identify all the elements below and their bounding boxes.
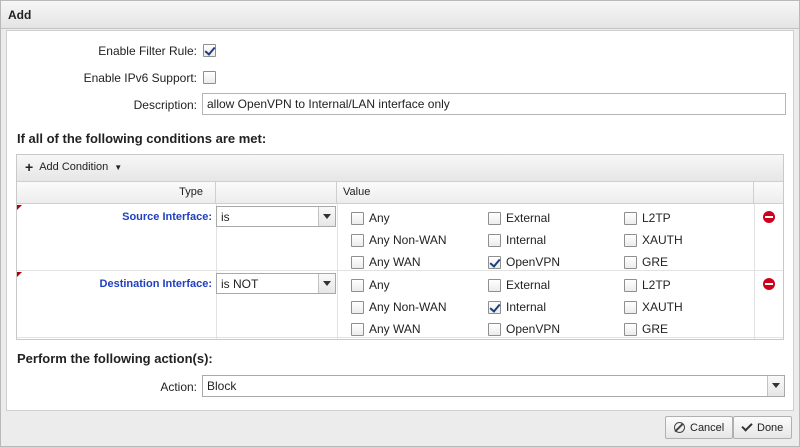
operator-select[interactable]: is NOT xyxy=(216,273,336,294)
enable-filter-rule-label: Enable Filter Rule: xyxy=(98,44,197,58)
chevron-down-icon[interactable] xyxy=(318,274,335,293)
column-value: Value xyxy=(337,182,754,203)
column-type: Type xyxy=(17,182,216,203)
required-marker xyxy=(17,272,22,277)
description-label: Description: xyxy=(133,98,197,112)
enable-ipv6-label: Enable IPv6 Support: xyxy=(83,71,197,85)
remove-condition-icon[interactable] xyxy=(763,211,775,223)
operator-value: is NOT xyxy=(221,277,259,291)
condition-type-label: Source Interface: xyxy=(122,211,212,223)
caret-down-icon: ▼ xyxy=(114,162,123,172)
actions-heading: Perform the following action(s): xyxy=(17,351,213,366)
add-condition-button[interactable]: + Add Condition ▼ xyxy=(25,159,123,175)
condition-row-destination: Destination Interface: is NOT Any Extern… xyxy=(17,272,783,338)
conditions-header: Type Value xyxy=(17,182,783,204)
conditions-grid: + Add Condition ▼ Type Value Source Inte… xyxy=(16,154,784,340)
cancel-label: Cancel xyxy=(690,421,725,434)
dialog-titlebar[interactable]: Add xyxy=(1,1,799,29)
action-select[interactable]: Block xyxy=(202,375,785,397)
dialog-footer: Cancel Done xyxy=(1,412,799,446)
conditions-toolbar: + Add Condition ▼ xyxy=(17,155,783,182)
dialog-title: Add xyxy=(8,8,32,22)
remove-condition-icon[interactable] xyxy=(763,278,775,290)
plus-icon: + xyxy=(25,159,34,175)
add-condition-label: Add Condition xyxy=(39,161,109,173)
operator-select[interactable]: is xyxy=(216,206,336,227)
condition-type-label: Destination Interface: xyxy=(99,278,212,290)
chevron-down-icon[interactable] xyxy=(318,207,335,226)
description-input[interactable]: allow OpenVPN to Internal/LAN interface … xyxy=(202,93,786,115)
action-value: Block xyxy=(207,379,237,393)
column-value-label: Value xyxy=(343,186,371,198)
action-label: Action: xyxy=(160,380,197,394)
dialog-body: Enable Filter Rule: Enable IPv6 Support:… xyxy=(6,30,794,411)
enable-filter-rule-checkbox[interactable] xyxy=(203,44,216,57)
cancel-button[interactable]: Cancel xyxy=(665,416,734,439)
column-type-label: Type xyxy=(179,186,203,198)
done-button[interactable]: Done xyxy=(733,416,793,439)
done-label: Done xyxy=(757,421,784,434)
cancel-icon xyxy=(674,422,685,433)
check-icon xyxy=(741,420,753,432)
operator-value: is xyxy=(221,210,230,224)
enable-ipv6-checkbox[interactable] xyxy=(203,71,216,84)
add-dialog: Add Enable Filter Rule: Enable IPv6 Supp… xyxy=(0,0,800,447)
condition-row-source: Source Interface: is Any External L2TP A… xyxy=(17,205,783,271)
conditions-heading: If all of the following conditions are m… xyxy=(17,131,267,146)
chevron-down-icon[interactable] xyxy=(767,376,784,396)
required-marker xyxy=(17,205,22,210)
column-operator xyxy=(216,182,337,203)
